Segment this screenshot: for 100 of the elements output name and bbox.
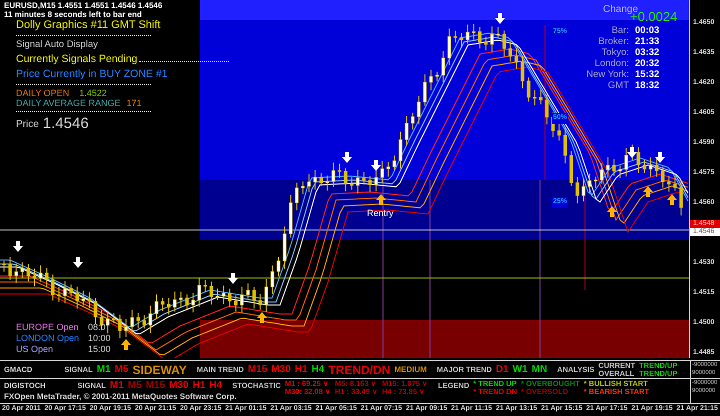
down-arrow-icon <box>228 273 238 284</box>
clock-label: GMT <box>606 80 629 91</box>
candlestick <box>454 30 458 43</box>
candlestick <box>392 155 396 171</box>
panel-title: Dolly Graphics #11 GMT Shift <box>16 19 162 32</box>
candlestick <box>69 284 73 298</box>
candlestick <box>679 180 683 216</box>
candlestick <box>502 30 506 57</box>
clock-time: 15:32 <box>635 69 660 80</box>
down-arrow-icon <box>342 152 352 163</box>
signal-value: M1 <box>96 364 111 376</box>
signal-value: D1 <box>496 364 509 376</box>
candlestick <box>216 288 220 300</box>
candlestick <box>166 297 170 315</box>
candlestick <box>636 146 640 174</box>
clock-time: 18:32 <box>635 80 660 91</box>
daily-range-label: DAILY AVERAGE RANGE <box>16 98 121 108</box>
candlestick <box>380 160 384 184</box>
candlestick <box>326 175 330 192</box>
copyright-text: FXOpen MetaTrader, © 2001-2011 MetaQuotes Software Corp. <box>4 392 237 401</box>
signal-value: TREND/DN <box>328 362 390 376</box>
candlestick <box>228 288 232 308</box>
candlestick <box>460 32 464 48</box>
signal-value: H1 <box>294 364 308 376</box>
candlestick <box>222 285 226 304</box>
candlestick <box>532 90 536 106</box>
candlestick <box>210 281 214 305</box>
bar-timer: 11 minutes 8 seconds left to bar end <box>4 10 143 19</box>
signal-value: H4 <box>209 380 222 392</box>
candlestick <box>423 74 427 106</box>
down-arrow-icon <box>655 152 665 163</box>
candlestick <box>185 294 189 310</box>
candlestick <box>386 161 390 178</box>
candlestick <box>429 69 433 91</box>
down-arrow-icon <box>627 147 637 158</box>
candlestick <box>88 292 92 309</box>
candlestick <box>246 282 250 300</box>
up-arrow-icon <box>257 312 267 323</box>
candlestick <box>14 263 18 284</box>
candlestick <box>57 286 61 302</box>
clock-label: Broker: <box>597 36 629 47</box>
candlestick <box>441 50 445 83</box>
candlestick <box>490 26 494 53</box>
up-arrow-icon <box>607 206 617 217</box>
candlestick <box>234 294 238 312</box>
candlestick <box>472 23 476 40</box>
candlestick <box>448 28 452 66</box>
candlestick <box>264 278 268 312</box>
candlestick <box>563 127 567 164</box>
session-label: LONDON Open <box>16 333 80 344</box>
candlestick <box>282 226 286 270</box>
candlestick <box>484 36 488 51</box>
candlestick <box>204 279 208 292</box>
candlestick <box>20 262 24 279</box>
candlestick <box>179 291 183 308</box>
candlestick <box>508 42 512 62</box>
candlestick <box>466 24 470 44</box>
candlestick <box>570 150 574 186</box>
signal-value: W1 <box>512 364 528 376</box>
candlestick <box>307 174 311 193</box>
candlestick <box>612 158 616 176</box>
signal-value: M15 <box>146 380 166 392</box>
candlestick <box>588 173 592 194</box>
price-value: 1.4546 <box>42 115 89 132</box>
candlestick <box>63 280 67 304</box>
candlestick <box>44 268 48 288</box>
up-arrow-icon <box>667 194 677 205</box>
candlestick <box>112 312 116 324</box>
candlestick <box>197 276 201 308</box>
candlestick <box>478 26 482 49</box>
candlestick <box>368 176 372 193</box>
candlestick <box>410 112 414 130</box>
session-time: 10:00 <box>88 333 111 344</box>
signal-value: M30 <box>169 380 189 392</box>
clock-label: Tokyo: <box>600 47 629 58</box>
candlestick <box>142 314 146 329</box>
signal-value: MEDIUM <box>394 364 427 376</box>
zone-status: Price Currently in BUY ZONE #1 <box>16 67 168 81</box>
clock-label: New York: <box>585 69 629 80</box>
signal-value: MN <box>532 364 548 376</box>
candlestick <box>582 178 586 202</box>
candlestick <box>557 122 561 142</box>
down-arrow-icon <box>495 13 505 24</box>
clock-time: 03:32 <box>635 47 660 58</box>
candlestick <box>94 298 98 324</box>
candlestick <box>160 297 164 312</box>
up-arrow-icon <box>121 339 131 350</box>
candlestick <box>673 176 677 192</box>
candlestick <box>276 256 280 277</box>
signal-value: H1 <box>192 380 206 392</box>
candlestick <box>75 286 79 310</box>
signal-value: M5 <box>128 380 142 392</box>
candlestick <box>344 168 348 192</box>
candlestick <box>606 156 610 178</box>
session-label: EUROPE Open <box>16 322 80 333</box>
clock-time: 21:33 <box>635 36 660 47</box>
candlestick <box>319 172 323 187</box>
candlestick <box>545 94 549 125</box>
candlestick <box>642 160 646 174</box>
candlestick <box>648 156 652 178</box>
